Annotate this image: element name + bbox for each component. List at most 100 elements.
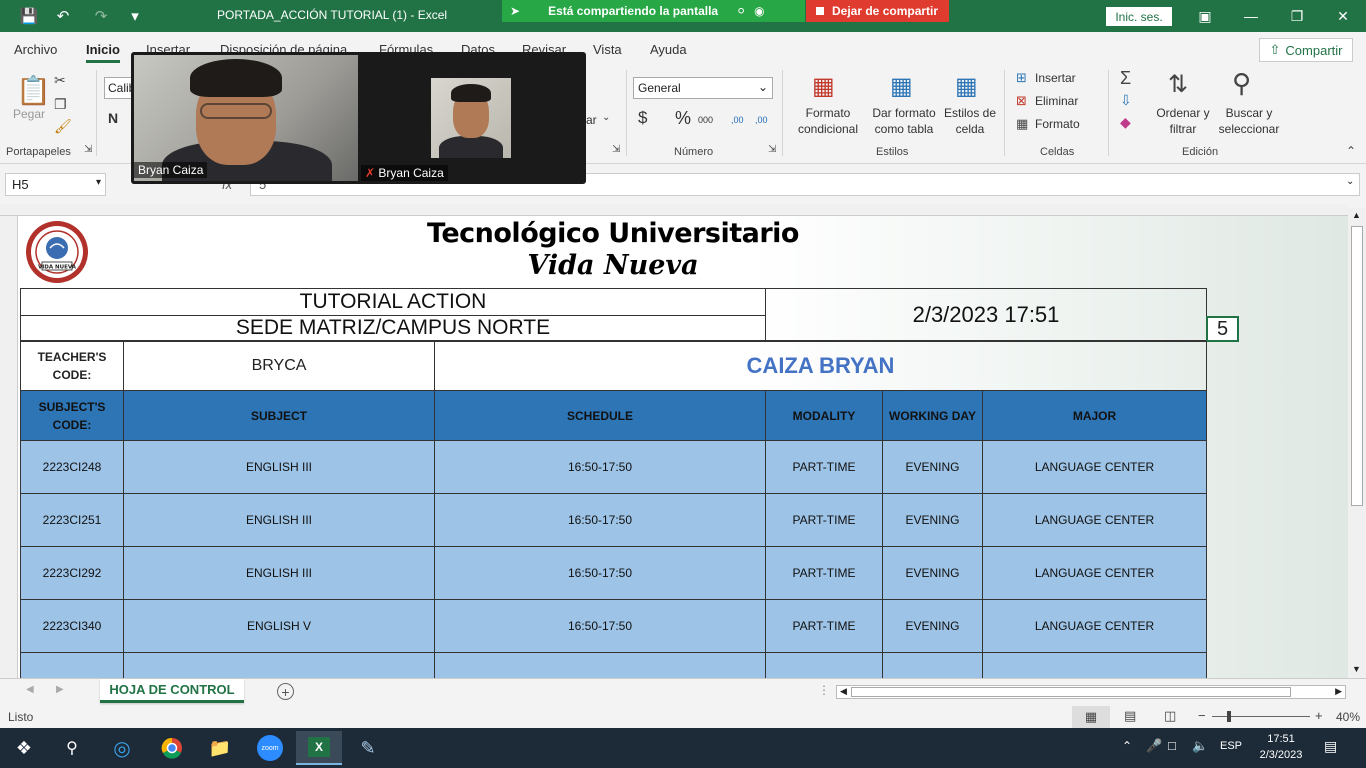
show-hidden-icons-icon[interactable]: ⌃ [1122, 739, 1132, 753]
campus-title[interactable]: SEDE MATRIZ/CAMPUS NORTE [20, 315, 766, 341]
excel-app-icon[interactable]: X [296, 731, 342, 765]
file-explorer-icon[interactable]: 📁 [200, 734, 240, 762]
zoom-level[interactable]: 40% [1336, 710, 1360, 724]
save-icon[interactable]: 💾 [14, 0, 44, 32]
row-headers[interactable] [0, 216, 18, 678]
header-subject[interactable]: SUBJECT [123, 390, 435, 441]
row4-working-day[interactable]: EVENING [882, 599, 983, 653]
prev-sheet-icon[interactable]: ◀ [26, 684, 34, 695]
share-button[interactable]: ⇧ Compartir [1259, 38, 1353, 62]
scroll-left-icon[interactable]: ◀ [840, 686, 847, 697]
format-cells-icon[interactable]: ▦ [1016, 116, 1028, 132]
row1-subject[interactable]: ENGLISH III [123, 440, 435, 494]
row1-schedule[interactable]: 16:50-17:50 [434, 440, 766, 494]
font-name-input[interactable]: Calib [104, 77, 134, 99]
thousands-button[interactable]: 000 [698, 112, 713, 128]
zoom-app-icon[interactable]: zoom [250, 734, 290, 762]
chrome-browser-icon[interactable] [152, 734, 192, 762]
bold-button[interactable]: N [108, 110, 118, 126]
page-break-view-icon[interactable]: ◫ [1164, 708, 1176, 724]
language-indicator[interactable]: ESP [1220, 740, 1242, 752]
header-working-day[interactable]: WORKING DAY [882, 390, 983, 441]
copy-icon[interactable]: ❐ [54, 96, 67, 113]
restore-icon[interactable]: ❐ [1274, 0, 1320, 32]
row4-modality[interactable]: PART-TIME [765, 599, 883, 653]
row1-major[interactable]: LANGUAGE CENTER [982, 440, 1207, 494]
conditional-format-button[interactable]: Formato condicional [788, 105, 868, 137]
minimize-icon[interactable]: — [1228, 0, 1274, 32]
undo-icon[interactable]: ↶ [48, 0, 78, 32]
column-headers[interactable] [0, 204, 1348, 216]
cut-icon[interactable]: ✂ [54, 72, 66, 89]
format-as-table-button[interactable]: Dar formato como tabla [866, 105, 942, 137]
header-modality[interactable]: MODALITY [765, 390, 883, 441]
row3-modality[interactable]: PART-TIME [765, 546, 883, 600]
scroll-up-icon[interactable]: ▲ [1352, 210, 1361, 220]
find-select-button[interactable]: Buscar y seleccionar [1212, 105, 1286, 137]
tab-inicio[interactable]: Inicio [86, 42, 120, 63]
conditional-format-icon[interactable]: ▦ [812, 72, 835, 101]
tutorial-action-title[interactable]: TUTORIAL ACTION [20, 288, 766, 316]
header-subject-code[interactable]: SUBJECT'S CODE: [20, 390, 124, 441]
row4-code[interactable]: 2223CI340 [20, 599, 124, 653]
number-launcher-icon[interactable]: ⇲ [768, 144, 776, 155]
selected-cell-h5[interactable]: 5 [1206, 316, 1239, 342]
row1-working-day[interactable]: EVENING [882, 440, 983, 494]
horizontal-scroll-thumb[interactable] [851, 687, 1291, 697]
teacher-code-value[interactable]: BRYCA [123, 341, 435, 391]
horizontal-scrollbar[interactable]: ◀ ▶ [836, 685, 1346, 699]
row2-modality[interactable]: PART-TIME [765, 493, 883, 547]
teacher-code-label[interactable]: TEACHER'S CODE: [20, 341, 124, 391]
microphone-icon[interactable]: 🎤 [1146, 738, 1162, 754]
teacher-name[interactable]: CAIZA BRYAN [434, 341, 1207, 391]
delete-cells-button[interactable]: Eliminar [1035, 93, 1078, 109]
row2-working-day[interactable]: EVENING [882, 493, 983, 547]
format-cells-button[interactable]: Formato [1035, 116, 1080, 132]
paste-label[interactable]: Pegar [13, 106, 45, 122]
insert-cells-icon[interactable]: ⊞ [1016, 70, 1027, 86]
close-icon[interactable]: ✕ [1320, 0, 1366, 32]
datetime-cell[interactable]: 2/3/2023 17:51 [765, 288, 1207, 341]
cell-styles-icon[interactable]: ▦ [955, 72, 978, 101]
autosum-icon[interactable]: Σ [1120, 68, 1131, 89]
video-call-panel[interactable]: Bryan Caiza ✗ Bryan Caiza [131, 52, 586, 184]
redo-icon[interactable]: ↷ [86, 0, 116, 32]
signin-button[interactable]: Inic. ses. [1106, 7, 1172, 26]
row3-code[interactable]: 2223CI292 [20, 546, 124, 600]
main-video-feed[interactable]: Bryan Caiza [134, 55, 358, 181]
cell-styles-button[interactable]: Estilos de celda [942, 105, 998, 137]
chevron-down-icon[interactable]: ⌄ [602, 112, 610, 123]
format-painter-icon[interactable]: 🖌 [54, 118, 72, 135]
row4-major[interactable]: LANGUAGE CENTER [982, 599, 1207, 653]
zoom-out-button[interactable]: − [1198, 708, 1206, 723]
add-sheet-icon[interactable]: + [277, 683, 294, 700]
row4-subject[interactable]: ENGLISH V [123, 599, 435, 653]
vertical-scrollbar[interactable]: ▲ ▼ [1348, 208, 1366, 678]
zoom-in-button[interactable]: + [1315, 708, 1323, 723]
collapse-ribbon-icon[interactable]: ⌃ [1346, 144, 1356, 158]
row5-subject[interactable] [123, 652, 435, 678]
alignment-launcher-icon[interactable]: ⇲ [612, 144, 620, 155]
edge-browser-icon[interactable]: ◎ [102, 734, 142, 762]
expand-formula-icon[interactable]: ⌄ [1346, 176, 1354, 187]
format-table-icon[interactable]: ▦ [890, 72, 913, 101]
next-sheet-icon[interactable]: ▶ [56, 684, 64, 695]
increase-decimal-button[interactable]: ,00 [731, 112, 744, 128]
clear-icon[interactable]: ◆ [1120, 114, 1131, 131]
self-video-feed[interactable] [431, 78, 511, 158]
row3-schedule[interactable]: 16:50-17:50 [434, 546, 766, 600]
number-format-select[interactable]: General ⌄ [633, 77, 773, 99]
name-box[interactable]: H5 ▾ [5, 173, 106, 196]
worksheet-grid[interactable]: VIDA NUEVA Tecnológico Universitario Vid… [18, 216, 1348, 678]
windows-start-icon[interactable]: ❖ [4, 734, 44, 762]
row5-schedule[interactable] [434, 652, 766, 678]
page-layout-view-icon[interactable]: ▤ [1124, 708, 1136, 724]
row4-schedule[interactable]: 16:50-17:50 [434, 599, 766, 653]
clipboard-launcher-icon[interactable]: ⇲ [84, 144, 92, 155]
stop-share-button[interactable]: Dejar de compartir [806, 0, 949, 22]
scroll-right-icon[interactable]: ▶ [1335, 686, 1342, 697]
row2-schedule[interactable]: 16:50-17:50 [434, 493, 766, 547]
share-pause-icon[interactable]: ⚪ [736, 4, 746, 18]
find-icon[interactable]: ⚲ [1232, 68, 1251, 99]
ribbon-display-icon[interactable]: ▣ [1182, 0, 1228, 32]
